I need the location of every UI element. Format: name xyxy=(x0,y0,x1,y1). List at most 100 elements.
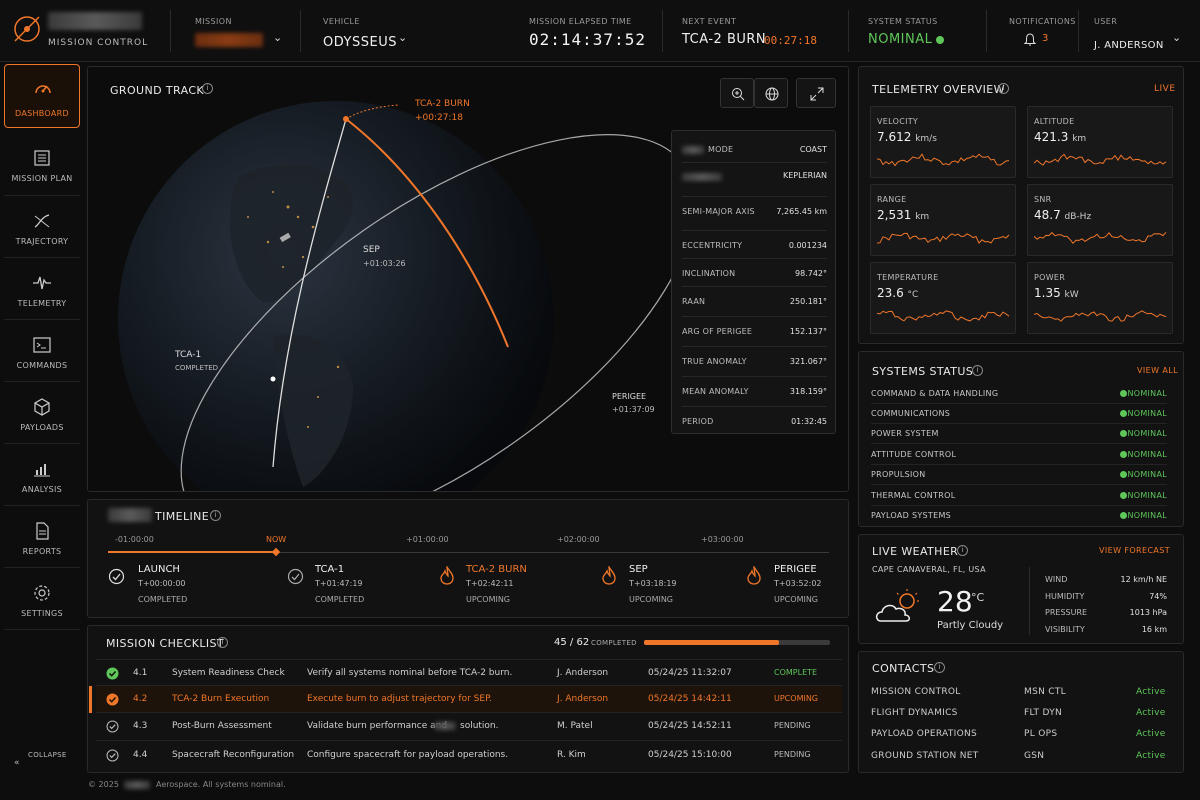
status-dot xyxy=(1120,430,1127,437)
status-dot xyxy=(1120,410,1127,417)
active-row-indicator xyxy=(89,686,92,713)
user-menu[interactable]: J. ANDERSON ⌄ xyxy=(1094,31,1190,51)
task-id: 4.2 xyxy=(133,694,148,704)
checklist-row-active[interactable]: 4.2 TCA-2 Burn Execution Execute burn to… xyxy=(89,685,842,713)
terminal-icon xyxy=(33,337,51,353)
sidebar-item-commands[interactable]: COMMANDS xyxy=(4,321,80,381)
system-row[interactable]: COMMUNICATIONS NOMINAL xyxy=(871,404,1167,424)
system-row[interactable]: POWER SYSTEM NOMINAL xyxy=(871,424,1167,444)
orbital-value: 318.159° xyxy=(789,387,827,396)
sidebar-item-label: TELEMETRY xyxy=(17,299,67,308)
timeline-event[interactable]: TCA-2 BURN T+02:42:11 UPCOMING xyxy=(439,564,579,608)
event-name: TCA-1 xyxy=(315,564,345,575)
telemetry-tile[interactable]: ALTITUDE 421.3 km xyxy=(1027,106,1173,178)
timeline-prefix-redacted xyxy=(108,508,152,522)
system-status-value: NOMINAL xyxy=(868,32,933,47)
system-row[interactable]: PAYLOAD SYSTEMS NOMINAL xyxy=(871,506,1167,526)
sidebar-item-trajectory[interactable]: TRAJECTORY xyxy=(4,197,80,257)
sidebar-item-telemetry[interactable]: TELEMETRY xyxy=(4,259,80,319)
telemetry-tile[interactable]: POWER 1.35 kW xyxy=(1027,262,1173,334)
info-icon[interactable]: i xyxy=(972,365,983,376)
checklist-row[interactable]: 4.1 System Readiness Check Verify all sy… xyxy=(96,659,842,685)
sidebar-item-dashboard[interactable]: DASHBOARD xyxy=(4,64,80,128)
system-row[interactable]: THERMAL CONTROL NOMINAL xyxy=(871,486,1167,506)
info-icon[interactable]: i xyxy=(202,83,213,94)
checklist-row[interactable]: 4.4 Spacecraft Reconfiguration Configure… xyxy=(96,740,842,768)
system-name: POWER SYSTEM xyxy=(871,429,939,438)
system-status: NOMINAL xyxy=(1127,511,1167,520)
timeline-event[interactable]: SEP T+03:18:19 UPCOMING xyxy=(601,564,731,608)
telemetry-tile[interactable]: TEMPERATURE 23.6 °C xyxy=(870,262,1016,334)
system-name: PROPULSION xyxy=(871,470,926,479)
orbital-value: COAST xyxy=(799,145,827,154)
mission-checklist-panel: MISSION CHECKLIST i 45 / 62 COMPLETED 4.… xyxy=(87,625,849,773)
task-name: Post-Burn Assessment xyxy=(172,721,272,731)
contact-row[interactable]: PAYLOAD OPERATIONS PL OPS Active xyxy=(871,725,1167,745)
system-row[interactable]: COMMAND & DATA HANDLING NOMINAL xyxy=(871,384,1167,404)
contact-row[interactable]: MISSION CONTROL MSN CTL Active xyxy=(871,683,1167,703)
orbital-key: INCLINATION xyxy=(682,269,736,278)
sep-time: +01:03:26 xyxy=(363,259,406,268)
contact-status: Active xyxy=(1136,687,1166,697)
document-icon xyxy=(36,522,49,540)
ground-track-panel: GROUND TRACK i TCA-2 BURN +00:27:18 SEP … xyxy=(87,66,849,492)
collapse-button[interactable]: « COLLAPSE xyxy=(14,750,74,768)
timeline-event[interactable]: LAUNCH T+00:00:00 COMPLETED xyxy=(108,564,268,608)
task-name: TCA-2 Burn Execution xyxy=(172,694,270,704)
tile-value: 23.6 °C xyxy=(877,286,919,300)
task-id: 4.4 xyxy=(133,750,148,760)
tile-value: 2,531 km xyxy=(877,208,930,222)
tile-label: ALTITUDE xyxy=(1034,117,1075,126)
contact-row[interactable]: GROUND STATION NET GSN Active xyxy=(871,747,1167,767)
notifications-button[interactable]: 3 xyxy=(1024,31,1058,51)
next-event-label: NEXT EVENT xyxy=(682,17,737,26)
fullscreen-button[interactable] xyxy=(796,78,836,108)
view-forecast-link[interactable]: VIEW FORECAST xyxy=(1099,546,1170,555)
status-dot xyxy=(1120,512,1127,519)
telemetry-tile[interactable]: SNR 48.7 dB-Hz xyxy=(1027,184,1173,256)
orbital-row: PERIOD 01:32:45 xyxy=(682,407,827,435)
info-icon[interactable]: i xyxy=(934,662,945,673)
next-event-countdown: 00:27:18 xyxy=(764,34,817,47)
tile-label: TEMPERATURE xyxy=(877,273,939,282)
sidebar-item-settings[interactable]: SETTINGS xyxy=(4,569,80,629)
info-icon[interactable]: i xyxy=(957,545,968,556)
telemetry-tile[interactable]: RANGE 2,531 km xyxy=(870,184,1016,256)
checklist-count-label: COMPLETED xyxy=(591,639,637,647)
perigee-time: +01:37:09 xyxy=(612,405,655,414)
orbital-row: TRUE ANOMALY 321.067° xyxy=(682,347,827,377)
timeline-event[interactable]: PERIGEE T+03:52:02 UPCOMING xyxy=(746,564,846,608)
view-all-link[interactable]: VIEW ALL xyxy=(1137,366,1178,375)
orbital-key: MEAN ANOMALY xyxy=(682,387,749,396)
info-icon[interactable]: i xyxy=(998,83,1009,94)
task-status: COMPLETE xyxy=(774,668,818,677)
vehicle-select[interactable]: ODYSSEUS ⌄ xyxy=(323,31,423,51)
task-desc: Verify all systems nominal before TCA-2 … xyxy=(307,668,513,678)
checklist-row[interactable]: 4.3 Post-Burn Assessment Validate burn p… xyxy=(96,712,842,740)
sidebar-item-analysis[interactable]: ANALYSIS xyxy=(4,445,80,505)
orbital-key: SEMI-MAJOR AXIS xyxy=(682,207,755,216)
system-name: PAYLOAD SYSTEMS xyxy=(871,511,952,520)
footer-text: Aerospace. All systems nominal. xyxy=(156,780,286,789)
sidebar-item-payloads[interactable]: PAYLOADS xyxy=(4,383,80,443)
tca1-label: TCA-1 xyxy=(175,350,202,360)
weather-stat-key: HUMIDITY xyxy=(1045,592,1085,601)
info-icon[interactable]: i xyxy=(210,510,221,521)
system-row[interactable]: PROPULSION NOMINAL xyxy=(871,465,1167,485)
task-owner: M. Patel xyxy=(557,721,593,731)
system-row[interactable]: ATTITUDE CONTROL NOMINAL xyxy=(871,445,1167,465)
sidebar-item-reports[interactable]: REPORTS xyxy=(4,507,80,567)
contact-status: Active xyxy=(1136,729,1166,739)
globe-view-button[interactable] xyxy=(754,78,788,108)
timeline-event[interactable]: TCA-1 T+01:47:19 COMPLETED xyxy=(287,564,427,608)
tca1-marker xyxy=(270,376,276,382)
sidebar-item-label: REPORTS xyxy=(22,547,62,556)
info-icon[interactable]: i xyxy=(217,637,228,648)
zoom-in-button[interactable] xyxy=(720,78,754,108)
contact-row[interactable]: FLIGHT DYNAMICS FLT DYN Active xyxy=(871,704,1167,724)
system-status: NOMINAL xyxy=(1127,409,1167,418)
sidebar-item-mission-plan[interactable]: MISSION PLAN xyxy=(4,134,80,194)
orbital-key: ARG OF PERIGEE xyxy=(682,327,753,336)
mission-select[interactable]: ⌄ xyxy=(195,31,285,50)
telemetry-tile[interactable]: VELOCITY 7.612 km/s xyxy=(870,106,1016,178)
